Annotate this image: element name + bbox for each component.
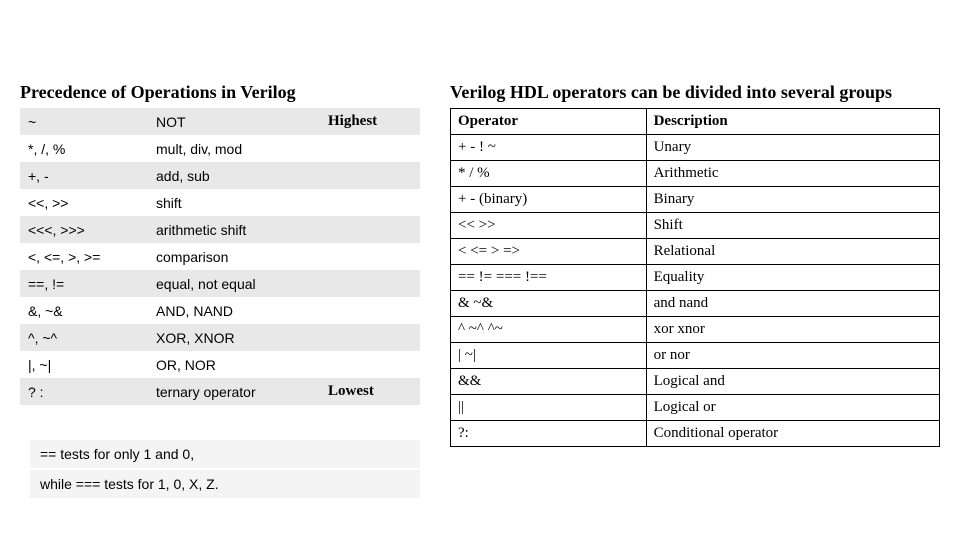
desc-cell: ternary operator [148, 378, 320, 405]
table-header: Operator Description [451, 109, 940, 135]
op-cell: && [451, 369, 647, 395]
op-cell: * / % [451, 161, 647, 187]
op-cell: ^, ~^ [20, 324, 148, 351]
op-cell: || [451, 395, 647, 421]
op-cell: ? : [20, 378, 148, 405]
table-row: & ~&and nand [451, 291, 940, 317]
op-cell: + - (binary) [451, 187, 647, 213]
desc-cell: Arithmetic [646, 161, 939, 187]
desc-cell: Logical and [646, 369, 939, 395]
desc-cell: Unary [646, 135, 939, 161]
table-row: &&Logical and [451, 369, 940, 395]
level-label: Highest [320, 108, 420, 135]
table-row: &, ~&AND, NAND [20, 297, 420, 324]
table-row: *, /, %mult, div, mod [20, 135, 420, 162]
op-cell: & ~& [451, 291, 647, 317]
table-row: +, -add, sub [20, 162, 420, 189]
table-row: <<<, >>>arithmetic shift [20, 216, 420, 243]
table-row: ? :ternary operatorLowest [20, 378, 420, 405]
table-row: <<, >>shift [20, 189, 420, 216]
desc-cell: arithmetic shift [148, 216, 320, 243]
op-cell: ==, != [20, 270, 148, 297]
table-row: ^, ~^XOR, XNOR [20, 324, 420, 351]
desc-cell: and nand [646, 291, 939, 317]
table-row: ==, !=equal, not equal [20, 270, 420, 297]
table-row: << >>Shift [451, 213, 940, 239]
op-cell: &, ~& [20, 297, 148, 324]
desc-cell: xor xnor [646, 317, 939, 343]
header-desc: Description [646, 109, 939, 135]
desc-cell: XOR, XNOR [148, 324, 320, 351]
table-row: < <= > =>Relational [451, 239, 940, 265]
precedence-table: ~NOTHighest *, /, %mult, div, mod +, -ad… [20, 108, 420, 405]
header-op: Operator [451, 109, 647, 135]
level-label: Lowest [320, 378, 420, 405]
desc-cell: equal, not equal [148, 270, 320, 297]
desc-cell: Binary [646, 187, 939, 213]
table-row: | ~|or nor [451, 343, 940, 369]
op-cell: <<<, >>> [20, 216, 148, 243]
desc-cell: Logical or [646, 395, 939, 421]
table-row: |, ~|OR, NOR [20, 351, 420, 378]
table-row: <, <=, >, >=comparison [20, 243, 420, 270]
desc-cell: shift [148, 189, 320, 216]
table-row: ||Logical or [451, 395, 940, 421]
precedence-title: Precedence of Operations in Verilog [20, 82, 296, 103]
op-cell: < <= > => [451, 239, 647, 265]
op-cell: ~ [20, 108, 148, 135]
table-row: ~NOTHighest [20, 108, 420, 135]
op-cell: +, - [20, 162, 148, 189]
desc-cell: or nor [646, 343, 939, 369]
desc-cell: Equality [646, 265, 939, 291]
table-row: + - (binary)Binary [451, 187, 940, 213]
table-row: ^ ~^ ^~xor xnor [451, 317, 940, 343]
op-cell: <, <=, >, >= [20, 243, 148, 270]
op-cell: << >> [451, 213, 647, 239]
desc-cell: comparison [148, 243, 320, 270]
table-row: == != === !==Equality [451, 265, 940, 291]
op-cell: | ~| [451, 343, 647, 369]
desc-cell: add, sub [148, 162, 320, 189]
desc-cell: Shift [646, 213, 939, 239]
desc-cell: Conditional operator [646, 421, 939, 447]
table-row: * / %Arithmetic [451, 161, 940, 187]
desc-cell: AND, NAND [148, 297, 320, 324]
desc-cell: NOT [148, 108, 320, 135]
op-cell: ^ ~^ ^~ [451, 317, 647, 343]
desc-cell: mult, div, mod [148, 135, 320, 162]
op-cell: |, ~| [20, 351, 148, 378]
op-cell: + - ! ~ [451, 135, 647, 161]
op-cell: == != === !== [451, 265, 647, 291]
footnote-line-2: while === tests for 1, 0, X, Z. [30, 470, 420, 498]
op-cell: ?: [451, 421, 647, 447]
desc-cell: OR, NOR [148, 351, 320, 378]
op-cell: *, /, % [20, 135, 148, 162]
groups-title: Verilog HDL operators can be divided int… [450, 82, 892, 103]
op-cell: <<, >> [20, 189, 148, 216]
groups-table: Operator Description + - ! ~Unary * / %A… [450, 108, 940, 447]
footnote-line-1: == tests for only 1 and 0, [30, 440, 420, 468]
table-row: ?:Conditional operator [451, 421, 940, 447]
desc-cell: Relational [646, 239, 939, 265]
table-row: + - ! ~Unary [451, 135, 940, 161]
